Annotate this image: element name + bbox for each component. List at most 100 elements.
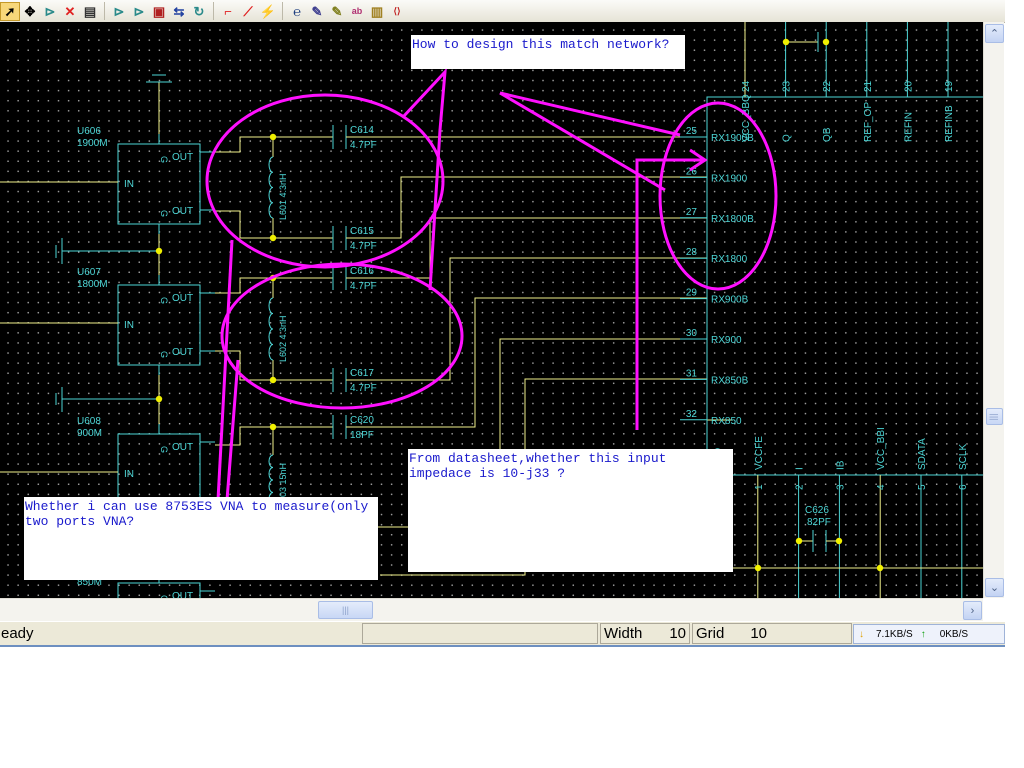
vertical-scroll-thumb[interactable]: |||: [986, 408, 1003, 425]
ic-pin-number: 4: [876, 484, 887, 490]
capacitor-value: 4.7PF: [350, 241, 377, 252]
inductor[interactable]: [268, 156, 274, 219]
grid-pane: Grid 10: [692, 623, 852, 644]
library-button[interactable]: ▥: [367, 2, 387, 21]
properties-button[interactable]: ▤: [80, 2, 100, 21]
junction-dot[interactable]: [782, 38, 790, 46]
ic-pin-number: 21: [863, 80, 874, 92]
download-speed: 7.1KB/S: [876, 628, 913, 640]
wire[interactable]: [346, 297, 707, 428]
add-bus-button[interactable]: ⟋: [238, 2, 258, 21]
pin-label-g: G: [159, 351, 169, 358]
status-message: eady: [1, 625, 34, 642]
pin-label-out: OUT: [172, 206, 193, 217]
junction-dot[interactable]: [822, 38, 830, 46]
add-pin-button[interactable]: ⊳: [129, 2, 149, 21]
edit-text-button[interactable]: ✎: [307, 2, 327, 21]
junction-dot[interactable]: [155, 247, 163, 255]
place-part-button[interactable]: ⊳: [40, 2, 60, 21]
junction-dot[interactable]: [269, 423, 277, 431]
add-wire-button[interactable]: ⌐: [218, 2, 238, 21]
inductor-label: L602 4.3nH: [278, 315, 288, 362]
scroll-up-button[interactable]: ⌃: [985, 24, 1004, 43]
junction-dot[interactable]: [155, 395, 163, 403]
grip-icon: |||: [989, 412, 1000, 421]
transceiver-ic[interactable]: [706, 96, 983, 476]
place-component-button[interactable]: ⊳: [109, 2, 129, 21]
vertical-scrollbar[interactable]: ⌃ ||| ⌄: [983, 22, 1004, 598]
edit-attributes-button[interactable]: ✎: [327, 2, 347, 21]
grid-value: 10: [750, 625, 768, 642]
toolbar-separator: [213, 2, 214, 20]
ic-pin-number: 29: [686, 288, 698, 299]
width-label: Width: [604, 625, 643, 642]
field-icon: ⟨⟩: [393, 5, 401, 16]
ic-pin-name: RX850B: [711, 375, 749, 386]
ic-pin-name: RX900: [711, 335, 742, 346]
capacitor-value: 82PF: [807, 517, 831, 528]
place-part-icon: ⊳: [44, 3, 56, 19]
edit-text-icon: ✎: [311, 3, 323, 19]
pin-label-in: IN: [124, 320, 134, 331]
capacitor-value: 4.7PF: [350, 383, 377, 394]
field-label-button[interactable]: ab: [347, 2, 367, 21]
wire[interactable]: [346, 176, 707, 239]
rename-icon: ℮: [293, 3, 301, 19]
annotation-ellipse-network-2: [220, 262, 464, 410]
inductor[interactable]: [268, 297, 274, 361]
ic-pin-number: 32: [686, 409, 698, 420]
callout-vna: Whether i can use 8753ES VNA to measure(…: [24, 497, 378, 580]
ic-pin-number: 6: [958, 484, 969, 490]
horizontal-scrollbar[interactable]: ||| ›: [0, 598, 983, 621]
upload-arrow-icon: ↑: [920, 628, 926, 640]
select-arrow-button[interactable]: ➚: [0, 1, 20, 21]
junction-dot[interactable]: [754, 564, 762, 572]
symbol-editor-button[interactable]: ▣: [149, 2, 169, 21]
ic-pin-name: RX900B: [711, 295, 749, 306]
scroll-right-button[interactable]: ›: [963, 601, 982, 620]
properties-icon: ▤: [83, 3, 97, 19]
ic-pin-number: 22: [822, 80, 833, 92]
upload-speed: 0KB/S: [939, 628, 969, 640]
ic-pin-name: VCC_BBI: [876, 427, 887, 470]
junction-dot[interactable]: [835, 537, 843, 545]
delete-icon: ✕: [64, 3, 76, 19]
move-button[interactable]: ✥: [20, 2, 40, 21]
field-button[interactable]: ⟨⟩: [387, 2, 407, 21]
ic-pin-number: 19: [944, 80, 955, 92]
ic-pin-number: 28: [686, 247, 698, 258]
symbol-editor-icon: ▣: [152, 3, 166, 19]
junction-dot[interactable]: [269, 133, 277, 141]
pin-label-g: G: [159, 156, 169, 163]
callout-match-network: How to design this match network?: [411, 35, 685, 69]
ic-pin-name: Q: [782, 134, 793, 142]
wire[interactable]: [346, 257, 707, 381]
ic-pin-number: 20: [903, 80, 914, 92]
annotation-ellipse-network-1: [205, 93, 445, 269]
ic-pin-number: 27: [686, 207, 698, 218]
scroll-down-button[interactable]: ⌄: [985, 578, 1004, 597]
ic-pin-name: REF_OP: [863, 102, 874, 142]
capacitor-ref: C620: [350, 415, 374, 426]
rename-button[interactable]: ℮: [287, 2, 307, 21]
pin-label-in: IN: [124, 469, 134, 480]
pin-label-out: OUT: [172, 442, 193, 453]
pin-label-out: OUT: [172, 152, 193, 163]
pin-label-out: OUT: [172, 347, 193, 358]
status-empty-pane: [362, 623, 598, 644]
part-value: 1900M: [77, 138, 108, 149]
swap-units-icon: ⇆: [173, 3, 185, 19]
capacitor-ref: C616: [350, 266, 374, 277]
horizontal-scroll-thumb[interactable]: |||: [318, 601, 373, 619]
part-value: 1800M: [77, 279, 108, 290]
swap-units-button[interactable]: ⇆: [169, 2, 189, 21]
junction-dot[interactable]: [269, 376, 277, 384]
rotate-gate-button[interactable]: ↻: [189, 2, 209, 21]
add-net-button[interactable]: ⚡: [258, 2, 278, 21]
delete-button[interactable]: ✕: [60, 2, 80, 21]
junction-dot[interactable]: [795, 537, 803, 545]
junction-dot[interactable]: [269, 234, 277, 242]
toolbar-separator: [104, 2, 105, 20]
junction-dot[interactable]: [876, 564, 884, 572]
grip-icon: |||: [341, 605, 349, 615]
